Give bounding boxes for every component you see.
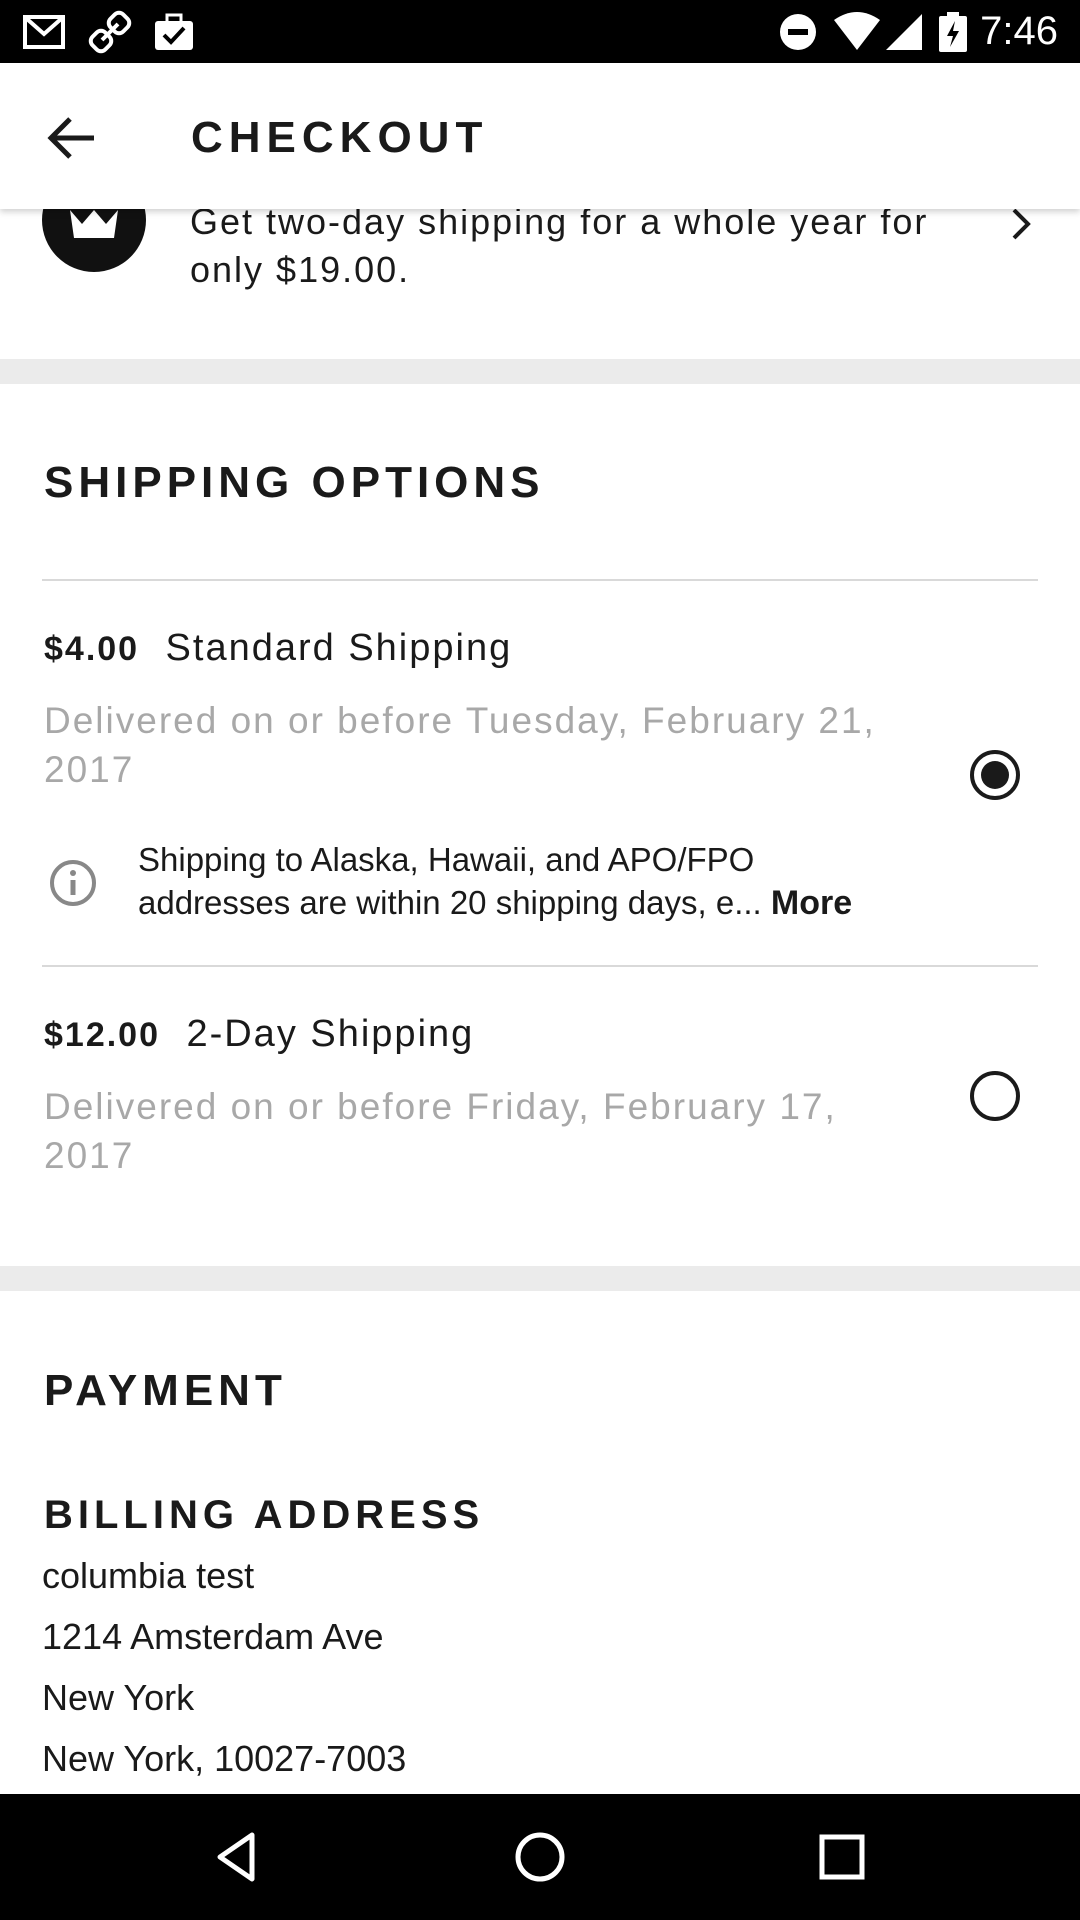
battery-charging-icon (939, 12, 967, 52)
shipping-price: $4.00 (44, 630, 140, 668)
link-icon (88, 10, 132, 54)
shipping-method-name: 2-Day Shipping (186, 1013, 475, 1055)
briefcase-check-icon (155, 13, 193, 50)
section-divider (0, 359, 1080, 384)
recents-square-icon[interactable] (812, 1827, 872, 1887)
wifi-icon (834, 12, 880, 50)
info-line1: Shipping to Alaska, Hawaii, and APO/FPO (138, 841, 755, 878)
delivery-line1: Delivered on or before Tuesday, February… (44, 700, 876, 741)
more-link[interactable]: More (771, 884, 852, 922)
shipping-price: $12.00 (44, 1016, 160, 1054)
promo-text: Get two-day shipping for a whole year fo… (190, 198, 980, 294)
radio-selected[interactable] (968, 748, 1022, 802)
status-bar: 7:46 (0, 0, 1080, 63)
chevron-right-icon[interactable] (1004, 204, 1040, 244)
gmail-icon (23, 15, 65, 49)
shipping-options-title: SHIPPING OPTIONS (44, 458, 545, 507)
home-circle-icon[interactable] (510, 1827, 570, 1887)
shipping-option-header: $4.00 Standard Shipping (44, 626, 512, 671)
info-line2-wrap: addresses are within 20 shipping days, e… (138, 881, 898, 925)
shipping-option-header: $12.00 2-Day Shipping (44, 1012, 474, 1057)
delivery-line1: Delivered on or before Friday, February … (44, 1086, 837, 1127)
billing-address-title: BILLING ADDRESS (44, 1493, 485, 1537)
app-bar: CHECKOUT (0, 63, 1080, 209)
section-divider (0, 1266, 1080, 1291)
row-divider (42, 965, 1038, 967)
signal-icon (886, 14, 922, 50)
billing-address-line: New York (42, 1677, 195, 1718)
billing-address-line: New York, 10027-7003 (42, 1738, 407, 1779)
do-not-disturb-icon (780, 14, 816, 50)
arrow-left-icon[interactable] (40, 105, 106, 171)
delivery-estimate: Delivered on or before Friday, February … (44, 1082, 904, 1180)
billing-address-line: 1214 Amsterdam Ave (42, 1616, 384, 1657)
promo-text-line2: only $19.00. (190, 249, 411, 290)
shipping-method-name: Standard Shipping (165, 627, 513, 669)
row-divider (42, 579, 1038, 581)
back-triangle-icon[interactable] (208, 1827, 268, 1887)
radio-unselected[interactable] (968, 1069, 1022, 1123)
info-icon (50, 860, 96, 906)
page-title: CHECKOUT (191, 113, 489, 162)
payment-title: PAYMENT (44, 1366, 287, 1415)
status-time: 7:46 (980, 9, 1058, 53)
billing-address-line: columbia test (42, 1555, 255, 1596)
delivery-line2: 2017 (44, 1135, 135, 1176)
delivery-line2: 2017 (44, 749, 135, 790)
delivery-estimate: Delivered on or before Tuesday, February… (44, 696, 904, 794)
info-line2: addresses are within 20 shipping days, e… (138, 884, 762, 921)
navigation-bar (0, 1794, 1080, 1920)
shipping-info-note: Shipping to Alaska, Hawaii, and APO/FPO … (138, 838, 898, 925)
